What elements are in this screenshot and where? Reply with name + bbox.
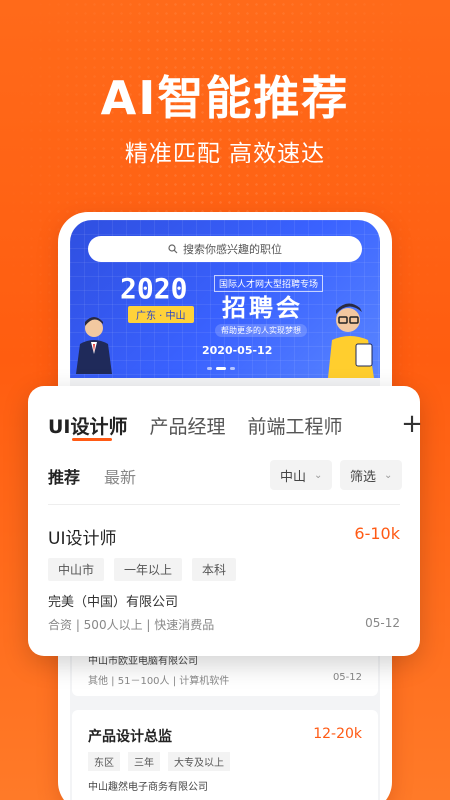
filter-label: 筛选 (350, 469, 377, 485)
manager-illustration (328, 303, 374, 378)
search-icon (168, 244, 178, 254)
hero-subtitle: 精准匹配 高效速达 (124, 141, 326, 167)
job-salary: 6-10k (354, 524, 400, 543)
sort-tabs: 推荐 最新 (48, 464, 160, 488)
job-company-meta: 合资 | 500人以上 | 快速消费品 (48, 618, 215, 632)
list-tag: 三年 (128, 752, 160, 771)
list-date: 05-12 (332, 672, 362, 683)
banner-year: 2020 (120, 272, 188, 305)
subtab-recommended[interactable]: 推荐 (48, 464, 80, 488)
list-meta: 其他 | 51－100人 | 计算机软件 (88, 676, 230, 687)
city-label: 中山 (280, 469, 307, 485)
tab-product-manager[interactable]: 产品经理 (150, 412, 226, 439)
search-bar[interactable]: 搜索你感兴趣的职位 (88, 236, 362, 262)
job-category-tabs: UI设计师 产品经理 前端工程师 + (48, 410, 423, 441)
event-banner[interactable]: 搜索你感兴趣的职位 2020 广东 · 中山 国际人才网大型招聘专场 招聘会 帮… (70, 220, 380, 378)
job-company: 完美（中国）有限公司 (48, 595, 179, 610)
list-tags: 东区 三年 大专及以上 (88, 752, 230, 771)
search-placeholder: 搜索你感兴趣的职位 (183, 243, 282, 256)
subtab-latest[interactable]: 最新 (104, 464, 136, 488)
city-dropdown[interactable]: 中山 ⌄ (270, 460, 333, 490)
tab-ui-designer[interactable]: UI设计师 (48, 412, 128, 441)
tab-fade-overlay (348, 410, 388, 440)
tab-frontend-engineer[interactable]: 前端工程师 (248, 412, 343, 439)
job-tags: 中山市 一年以上 本科 (48, 558, 237, 581)
job-tag: 本科 (192, 558, 237, 581)
filter-dropdown[interactable]: 筛选 ⌄ (340, 460, 403, 490)
list-item[interactable]: 产品设计总监 12-20k 东区 三年 大专及以上 中山趣然电子商务有限公司 (72, 710, 378, 800)
banner-place: 广东 · 中山 (128, 306, 194, 323)
banner-date: 2020-05-12 (202, 344, 273, 357)
list-company: 中山趣然电子商务有限公司 (88, 782, 208, 793)
job-title: UI设计师 (48, 529, 117, 549)
banner-fair-title: 招聘会 (222, 294, 303, 322)
banner-slogan: 帮助更多的人实现梦想 (215, 324, 307, 337)
job-tag: 一年以上 (114, 558, 183, 581)
divider (48, 504, 400, 505)
add-tab-button[interactable]: + (400, 410, 424, 440)
recommendation-card: UI设计师 产品经理 前端工程师 + 推荐 最新 中山 ⌄ 筛选 ⌄ UI设计师… (28, 386, 423, 656)
list-tag: 东区 (88, 752, 120, 771)
pagination-dot (230, 367, 235, 370)
chevron-down-icon: ⌄ (314, 469, 323, 481)
pagination-dot-active (216, 367, 226, 370)
list-tag: 大专及以上 (168, 752, 230, 771)
list-salary: 12-20k (313, 726, 362, 742)
job-tag: 中山市 (48, 558, 105, 581)
banner-pagination (207, 367, 235, 370)
hero-title: AI智能推荐 (100, 71, 350, 125)
chevron-down-icon: ⌄ (384, 469, 393, 481)
list-job-title: 产品设计总监 (88, 729, 172, 745)
businessman-illustration (76, 317, 112, 374)
job-date: 05-12 (365, 616, 400, 630)
pagination-dot (207, 367, 212, 370)
